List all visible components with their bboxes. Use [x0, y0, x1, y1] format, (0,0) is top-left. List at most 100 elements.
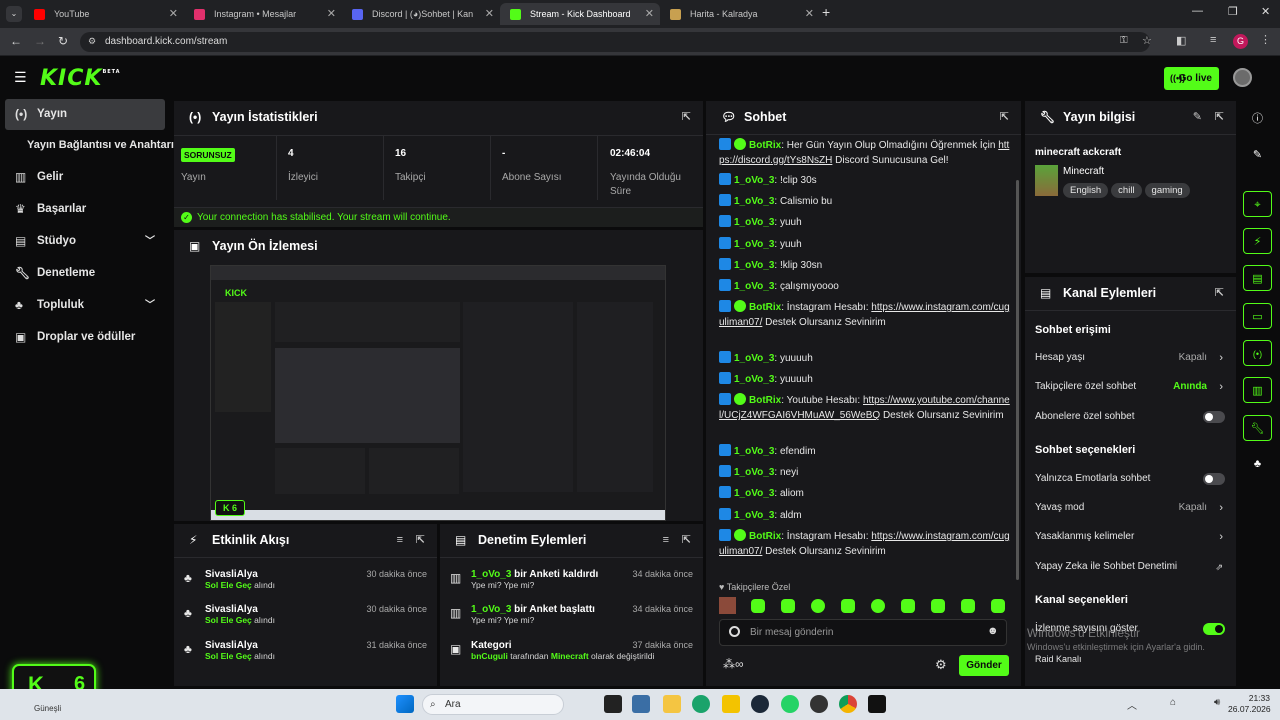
hamburger-menu-icon[interactable]: ☰: [14, 69, 27, 86]
taskbar-explorer-icon[interactable]: [663, 695, 681, 713]
network-icon[interactable]: ⌂: [1170, 697, 1176, 708]
taskbar-chrome-icon[interactable]: [839, 695, 857, 713]
tab-kick-dashboard[interactable]: Stream - Kick Dashboard ✕: [500, 3, 660, 25]
edit-pencil-icon[interactable]: ✎: [1243, 142, 1272, 168]
user-avatar[interactable]: [1233, 68, 1252, 87]
close-window-button[interactable]: ✕: [1261, 5, 1270, 18]
bolt-icon[interactable]: ⚡︎: [1243, 228, 1272, 254]
row-banned-words[interactable]: Yasaklanmış kelimeler ›: [1035, 529, 1225, 545]
emote-only-toggle[interactable]: [1203, 473, 1225, 485]
sidebar-item-denetleme[interactable]: 🔧︎ Denetleme: [5, 258, 165, 289]
taskbar-steam-icon[interactable]: [751, 695, 769, 713]
profile-avatar[interactable]: G: [1233, 34, 1248, 49]
chat-input[interactable]: Bir mesaj gönderin ☻: [719, 619, 1007, 646]
taskbar-files-icon[interactable]: [632, 695, 650, 713]
target-icon[interactable]: ⌖: [1243, 191, 1272, 217]
close-icon[interactable]: ✕: [645, 3, 654, 25]
filter-icon[interactable]: ≡: [663, 524, 669, 557]
chat-username[interactable]: 1_oVo_3: [734, 374, 774, 385]
tag[interactable]: gaming: [1144, 183, 1190, 198]
sidebar-item-stream-key[interactable]: Yayın Bağlantısı ve Anahtarı: [5, 130, 174, 161]
emote-item[interactable]: [871, 599, 885, 613]
emote-item[interactable]: [751, 599, 765, 613]
chat-username[interactable]: BotRix: [749, 531, 781, 542]
info-icon[interactable]: ⓘ: [1243, 106, 1272, 132]
community-icon[interactable]: ♣: [1243, 451, 1272, 477]
restore-button[interactable]: ❐: [1228, 5, 1238, 18]
tab-list-chevron-icon[interactable]: ⌄: [6, 6, 22, 22]
wrench-icon[interactable]: 🔧︎: [1243, 415, 1272, 441]
row-raid-channel[interactable]: Raid Kanalı: [1035, 651, 1225, 667]
tab-harita[interactable]: Harita - Kalradya ✕: [660, 3, 820, 25]
chat-username[interactable]: 1_oVo_3: [734, 446, 774, 457]
sidebar-item-droplar[interactable]: ▣ Droplar ve ödüller: [5, 322, 165, 353]
emote-item[interactable]: [841, 599, 855, 613]
tab-instagram[interactable]: Instagram • Mesajlar ✕: [184, 3, 342, 25]
bookmark-star-icon[interactable]: ☆: [1142, 34, 1152, 47]
popout-icon[interactable]: ⇱: [1000, 101, 1009, 134]
send-button[interactable]: Gönder: [959, 655, 1009, 676]
subscribers-only-toggle[interactable]: [1203, 411, 1225, 423]
chat-settings-gear-icon[interactable]: ⚙: [935, 657, 947, 673]
taskbar-rockstar-icon[interactable]: [722, 695, 740, 713]
sidebar-item-topluluk[interactable]: ♣ Topluluk ﹀: [5, 290, 165, 321]
chat-username[interactable]: BotRix: [749, 395, 781, 406]
chat-username[interactable]: 1_oVo_3: [734, 196, 774, 207]
emote-item[interactable]: [961, 599, 975, 613]
minimize-button[interactable]: —: [1192, 5, 1203, 17]
close-icon[interactable]: ✕: [327, 3, 336, 25]
back-icon[interactable]: ←: [10, 34, 22, 48]
row-slow-mode[interactable]: Yavaş mod Kapalı ›: [1035, 500, 1225, 516]
site-info-icon[interactable]: ⚙: [88, 36, 96, 47]
tab-youtube[interactable]: YouTube ✕: [24, 3, 184, 25]
chat-tools-icon[interactable]: ⁂∞: [723, 657, 744, 671]
chat-username[interactable]: BotRix: [749, 302, 781, 313]
close-icon[interactable]: ✕: [485, 3, 494, 25]
popout-icon[interactable]: ⇱: [416, 524, 425, 557]
chat-username[interactable]: 1_oVo_3: [734, 510, 774, 521]
row-followers-only[interactable]: Takipçilere özel sohbet Anında ›: [1035, 379, 1225, 395]
taskbar-search[interactable]: ⌕ Ara: [422, 694, 564, 715]
chat-username[interactable]: 1_oVo_3: [734, 217, 774, 228]
address-bar[interactable]: dashboard.kick.com/stream: [80, 32, 1150, 52]
reload-icon[interactable]: ↻: [58, 34, 68, 48]
popout-icon[interactable]: ⇱: [682, 101, 691, 134]
taskbar-edge-icon[interactable]: [692, 695, 710, 713]
chat-username[interactable]: 1_oVo_3: [734, 353, 774, 364]
emoji-icon[interactable]: ☻: [987, 625, 999, 637]
kick-logo[interactable]: KICKBETA: [40, 66, 121, 91]
chat-username[interactable]: 1_oVo_3: [734, 281, 774, 292]
tab-discord[interactable]: Discord | (◕)Sohbet | Kan ✕: [342, 3, 500, 25]
stream-preview-video[interactable]: KICK K 6: [210, 265, 666, 521]
volume-icon[interactable]: 🔊︎: [1214, 697, 1220, 708]
broadcast-icon[interactable]: (•): [1243, 340, 1272, 366]
sidebar-item-gelir[interactable]: ▥ Gelir: [5, 162, 165, 193]
chat-scrollbar[interactable]: [1016, 180, 1019, 580]
tray-chevron-icon[interactable]: ︿: [1127, 697, 1137, 712]
emote-item[interactable]: [811, 599, 825, 613]
chat-username[interactable]: 1_oVo_3: [734, 239, 774, 250]
media-icon[interactable]: ≡: [1210, 34, 1216, 46]
taskbar-capcut-icon[interactable]: [868, 695, 886, 713]
weather-widget[interactable]: Güneşli: [34, 704, 61, 713]
document-icon[interactable]: ▤: [1243, 265, 1272, 291]
close-icon[interactable]: ✕: [805, 3, 814, 25]
taskbar-whatsapp-icon[interactable]: [781, 695, 799, 713]
popout-icon[interactable]: ⇱: [1215, 101, 1224, 134]
forward-icon[interactable]: →: [34, 34, 46, 48]
row-account-age[interactable]: Hesap yaşı Kapalı ›: [1035, 350, 1225, 366]
emote-item[interactable]: [719, 597, 736, 614]
close-icon[interactable]: ✕: [169, 3, 178, 25]
emote-item[interactable]: [931, 599, 945, 613]
studio-icon[interactable]: ▥: [1243, 377, 1272, 403]
emote-item[interactable]: [901, 599, 915, 613]
key-icon[interactable]: ⚿: [1120, 35, 1128, 46]
edit-pencil-icon[interactable]: ✎: [1193, 101, 1202, 134]
extensions-icon[interactable]: ◧: [1176, 34, 1186, 47]
chat-username[interactable]: 1_oVo_3: [734, 467, 774, 478]
chat-username[interactable]: BotRix: [749, 140, 781, 151]
go-live-button[interactable]: ((•)) Go live: [1164, 67, 1219, 90]
taskbar-app-icon[interactable]: [810, 695, 828, 713]
clock[interactable]: 21:33 26.07.2026: [1228, 693, 1271, 715]
filter-icon[interactable]: ≡: [397, 524, 403, 557]
